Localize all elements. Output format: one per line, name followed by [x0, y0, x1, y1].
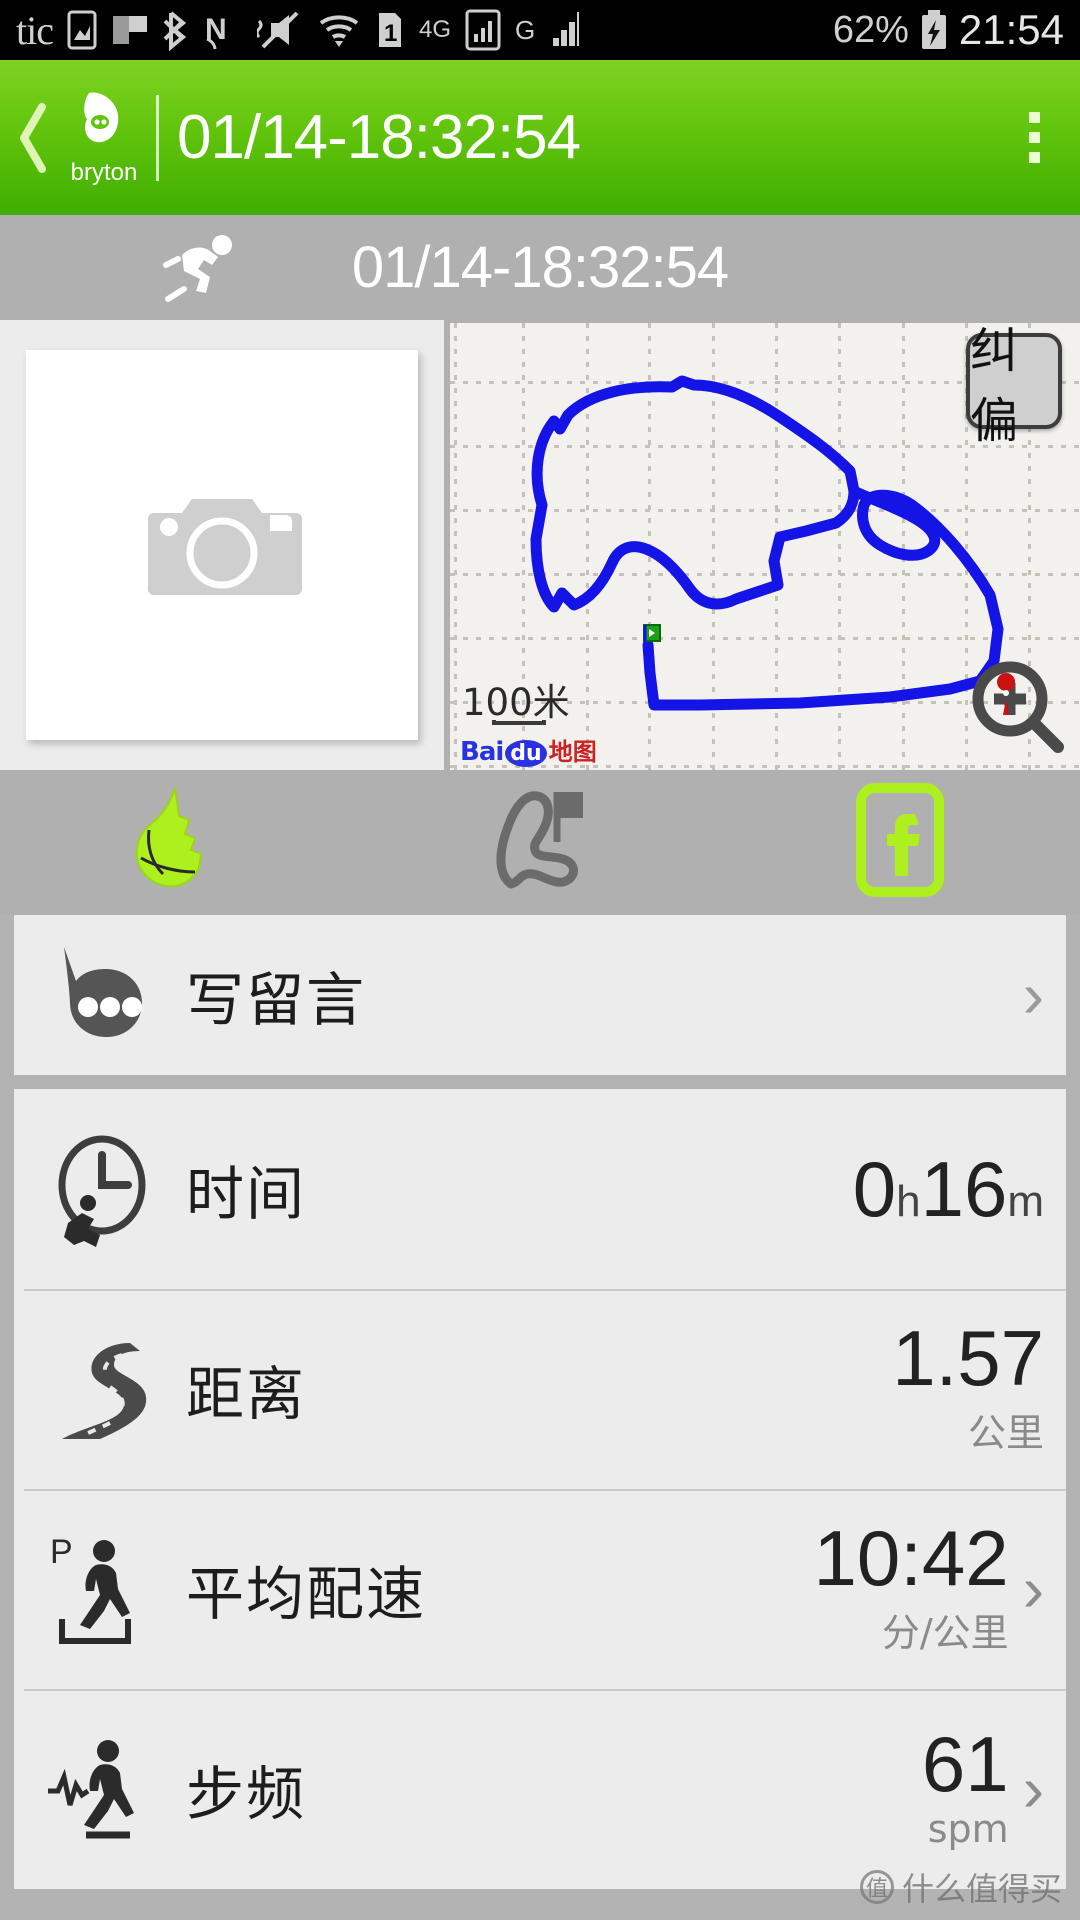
watermark-text: 什么值得买 — [901, 1870, 1062, 1908]
stat-row-distance[interactable]: 距离 1.57 公里 — [14, 1289, 1066, 1489]
status-bar: tic N 1 4G G 62% 21:54 — [0, 0, 1080, 60]
nfc-icon: N — [203, 9, 243, 51]
stat-unit-cadence: spm — [927, 1807, 1009, 1852]
wifi-icon — [317, 9, 361, 51]
route-map[interactable]: 纠偏 100米 Bai du 地图 — [450, 323, 1080, 771]
stat-row-cadence[interactable]: 步频 61 spm › — [14, 1689, 1066, 1889]
app-bar-title: 01/14-18:32:54 — [177, 103, 581, 172]
stat-value-cadence: 61 — [921, 1719, 1009, 1808]
stat-label-time: 时间 — [186, 1160, 307, 1228]
baidu-map-logo: Bai du 地图 — [460, 732, 597, 767]
image-icon — [67, 10, 97, 50]
chevron-right-icon-pace[interactable]: › — [1023, 1557, 1044, 1621]
back-button[interactable] — [10, 101, 56, 175]
status-left-label: tic — [16, 7, 54, 53]
map-scale: 100米 — [462, 672, 570, 725]
svg-text:P: P — [50, 1533, 73, 1571]
stat-label-cadence: 步频 — [186, 1760, 307, 1828]
baidu-map-text: 地图 — [548, 738, 597, 766]
bluetooth-icon — [163, 9, 189, 51]
stat-label-distance: 距离 — [186, 1360, 307, 1428]
activity-sub-bar: 01/14-18:32:54 — [0, 215, 1080, 320]
activity-tabs — [0, 770, 1080, 915]
photo-placeholder[interactable] — [0, 320, 444, 770]
mute-icon — [256, 9, 303, 51]
shoe-tab[interactable] — [0, 780, 360, 905]
site-watermark: 值 什么值得买 — [859, 1864, 1062, 1910]
watermark-logo: 值 — [859, 1870, 894, 1904]
facebook-tab[interactable] — [720, 780, 1080, 905]
write-message-row[interactable]: 写留言 › — [14, 915, 1066, 1075]
magnifier-plus-icon[interactable] — [962, 655, 1070, 763]
stats-card: 时间 0h16m 距离 1.57 公里 P 平均配速 10:42 分/公里 › … — [14, 1089, 1066, 1889]
signal-icon — [465, 8, 501, 52]
battery-charging-icon — [919, 8, 949, 52]
clock-runner-icon — [48, 1129, 168, 1249]
course-route-icon — [475, 780, 605, 905]
detail-list: 写留言 › 时间 0h16m 距离 1.57 公里 P 平均配速 10:42 分… — [0, 915, 1080, 1903]
stat-value-pace: 10:42 — [813, 1514, 1009, 1603]
chevron-right-icon: › — [1022, 959, 1044, 1031]
media-row: 纠偏 100米 Bai du 地图 — [0, 320, 1080, 771]
chevron-right-icon-cadence[interactable]: › — [1023, 1757, 1044, 1821]
stat-unit-pace: 分/公里 — [881, 1610, 1009, 1655]
running-shoe-icon — [115, 780, 245, 905]
signal-icon-2 — [549, 8, 583, 52]
bryton-wordmark: bryton — [70, 158, 138, 186]
status-clock: 21:54 — [958, 6, 1064, 53]
app-bar: bryton 01/14-18:32:54 — [0, 60, 1080, 215]
map-correct-button[interactable]: 纠偏 — [966, 323, 1062, 449]
network-g-label: G — [515, 14, 536, 45]
svg-text:1: 1 — [384, 20, 397, 47]
app-root: tic N 1 4G G 62% 21:54 bryton 01/14-18:3… — [0, 0, 1080, 1920]
battery-percent: 62% — [832, 8, 909, 51]
speech-bubble-icon — [48, 941, 168, 1049]
stat-value-distance: 1.57 — [892, 1314, 1044, 1403]
cadence-runner-icon — [48, 1729, 168, 1849]
baidu-bai-text: Bai — [460, 737, 504, 767]
stat-value-time: 0h16m — [852, 1144, 1044, 1233]
write-message-label: 写留言 — [186, 966, 367, 1034]
camera-icon — [142, 483, 302, 608]
facebook-icon — [845, 780, 955, 905]
running-icon — [160, 229, 252, 310]
winding-road-icon — [48, 1329, 168, 1449]
overflow-menu-icon[interactable] — [1029, 112, 1040, 163]
network-4g-label: 4G — [418, 16, 451, 43]
sim-icon: 1 — [375, 9, 405, 51]
baidu-du-text: du — [505, 740, 547, 767]
message-card: 写留言 › — [14, 915, 1066, 1075]
start-flag-marker — [642, 623, 664, 662]
map-scale-label: 100米 — [462, 681, 570, 724]
stat-row-time[interactable]: 时间 0h16m — [14, 1089, 1066, 1289]
stat-unit-distance: 公里 — [967, 1410, 1044, 1455]
app-bar-divider — [156, 94, 159, 181]
activity-title: 01/14-18:32:54 — [351, 235, 729, 300]
route-tab[interactable] — [360, 780, 720, 905]
stat-row-pace[interactable]: P 平均配速 10:42 分/公里 › — [14, 1489, 1066, 1689]
flag-icon — [111, 10, 149, 50]
bryton-logo: bryton — [56, 83, 152, 193]
pace-walker-icon: P — [48, 1529, 168, 1649]
stat-label-pace: 平均配速 — [186, 1560, 427, 1628]
